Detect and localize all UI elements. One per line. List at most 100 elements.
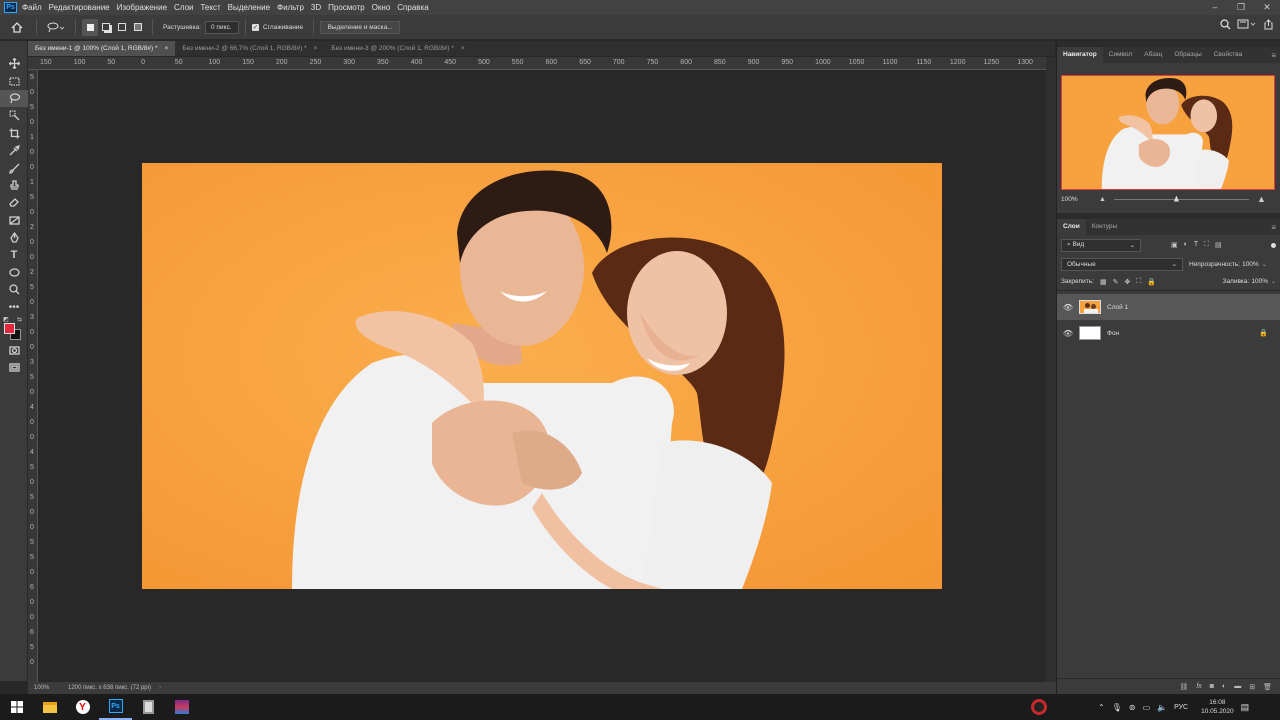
- workspace-icon[interactable]: [1237, 19, 1257, 32]
- navigator-view-box[interactable]: [1061, 75, 1275, 190]
- filter-smart-icon[interactable]: ▤: [1215, 241, 1222, 249]
- close-icon[interactable]: ✕: [1254, 0, 1280, 15]
- new-group-icon[interactable]: ▬: [1234, 683, 1241, 690]
- notifications-icon[interactable]: ▤: [1241, 702, 1250, 713]
- slider-thumb[interactable]: [1173, 195, 1179, 202]
- clock[interactable]: 16:08 10.05.2020: [1201, 698, 1234, 716]
- calculator-icon[interactable]: [132, 694, 165, 720]
- language-indicator[interactable]: РУС: [1174, 704, 1188, 711]
- new-selection-icon[interactable]: [82, 18, 98, 36]
- lasso-tool-icon[interactable]: [0, 89, 28, 108]
- menu-select[interactable]: Выделение: [228, 3, 270, 12]
- new-layer-icon[interactable]: ⊞: [1249, 683, 1255, 691]
- more-tools-icon[interactable]: •••: [0, 298, 28, 315]
- lock-pixels-icon[interactable]: ▦: [1100, 278, 1107, 286]
- tab-close-icon[interactable]: ×: [461, 41, 465, 56]
- menu-edit[interactable]: Редактирование: [49, 3, 110, 12]
- intersect-selection-icon[interactable]: [130, 19, 146, 36]
- opacity-value[interactable]: 100%: [1242, 261, 1259, 268]
- zoom-tool-icon[interactable]: [0, 281, 28, 298]
- windows-start-icon[interactable]: [0, 694, 33, 720]
- tray-expand-icon[interactable]: ⌃: [1098, 703, 1105, 712]
- type-tool-icon[interactable]: T: [0, 246, 28, 263]
- menu-file[interactable]: Файл: [22, 3, 42, 12]
- zoom-in-icon[interactable]: ▲: [1257, 194, 1266, 204]
- menu-3d[interactable]: 3D: [311, 3, 321, 12]
- tab-close-icon[interactable]: ×: [165, 41, 169, 56]
- tab-document-2[interactable]: Без имени-2 @ 66,7% (Слой 1, RGB/8#) * ×: [175, 41, 324, 56]
- menu-filter[interactable]: Фильтр: [277, 3, 304, 12]
- subtract-selection-icon[interactable]: [114, 19, 130, 36]
- filter-type-icon[interactable]: T: [1194, 241, 1198, 249]
- minimize-icon[interactable]: –: [1202, 0, 1228, 15]
- status-arrow-icon[interactable]: ›: [159, 685, 161, 691]
- stamp-tool-icon[interactable]: [0, 177, 28, 194]
- pen-tool-icon[interactable]: [0, 229, 28, 246]
- tab-swatches[interactable]: Образцы: [1168, 47, 1207, 63]
- visibility-eye-icon[interactable]: 👁: [1057, 303, 1079, 312]
- crop-tool-icon[interactable]: [0, 125, 28, 142]
- fx-icon[interactable]: fx: [1196, 683, 1201, 690]
- tab-character[interactable]: Символ: [1103, 47, 1138, 63]
- record-indicator-icon[interactable]: [1031, 699, 1047, 715]
- tab-paragraph[interactable]: Абзац: [1138, 47, 1168, 63]
- add-selection-icon[interactable]: [98, 19, 114, 36]
- move-tool-icon[interactable]: [0, 55, 28, 72]
- network-icon[interactable]: ⊚: [1129, 703, 1136, 712]
- document-info[interactable]: 1200 пикс. x 638 пикс. (72 ppi): [68, 685, 151, 691]
- tab-properties[interactable]: Свойства: [1208, 47, 1249, 63]
- volume-icon[interactable]: 🔈: [1157, 703, 1167, 712]
- gradient-tool-icon[interactable]: [0, 212, 28, 229]
- blend-mode-dropdown[interactable]: Обычные ⌄: [1061, 257, 1183, 271]
- filter-toggle[interactable]: [1271, 242, 1276, 248]
- photoshop-taskbar-icon[interactable]: Ps: [99, 694, 132, 720]
- tab-document-3[interactable]: Без имени-3 @ 200% (Слой 1, RGB/8#) * ×: [324, 41, 471, 56]
- tab-paths[interactable]: Контуры: [1086, 219, 1124, 235]
- foreground-color-swatch[interactable]: [4, 322, 15, 334]
- layer-row-background[interactable]: 👁 Фон 🔒: [1057, 320, 1280, 346]
- archiver-icon[interactable]: [165, 694, 198, 720]
- maximize-icon[interactable]: ❐: [1228, 0, 1254, 15]
- shape-tool-icon[interactable]: [0, 264, 28, 281]
- add-mask-icon[interactable]: ◙: [1210, 683, 1214, 690]
- lock-position-icon[interactable]: ✥: [1124, 278, 1130, 286]
- eraser-tool-icon[interactable]: [0, 194, 28, 211]
- vertical-scrollbar[interactable]: [1046, 57, 1056, 682]
- share-icon[interactable]: [1263, 19, 1274, 32]
- menu-image[interactable]: Изображение: [117, 3, 167, 12]
- tab-navigator[interactable]: Навигатор: [1057, 47, 1103, 63]
- visibility-eye-icon[interactable]: 👁: [1057, 329, 1079, 338]
- tab-document-1[interactable]: Без имени-1 @ 100% (Слой 1, RGB/8#) * ×: [28, 41, 176, 56]
- layer-name[interactable]: Фон: [1107, 330, 1119, 337]
- adjustment-layer-icon[interactable]: ◐: [1222, 683, 1226, 690]
- quick-selection-tool-icon[interactable]: [0, 107, 28, 124]
- select-mask-button[interactable]: Выделение и маска...: [320, 20, 401, 34]
- search-icon[interactable]: [1220, 19, 1231, 32]
- zoom-out-icon[interactable]: ▲: [1099, 196, 1106, 203]
- layer-filter-dropdown[interactable]: ⌕ Вид ⌄: [1061, 238, 1141, 252]
- navigator-zoom-slider[interactable]: [1113, 195, 1249, 202]
- menu-view[interactable]: Просмотр: [328, 3, 365, 12]
- tablet-icon[interactable]: ▭: [1143, 703, 1151, 712]
- photoshop-logo-icon[interactable]: Ps: [4, 2, 17, 13]
- antialias-checkbox[interactable]: ✓: [251, 23, 259, 31]
- navigator-zoom-value[interactable]: 100%: [1061, 196, 1099, 203]
- lock-image-icon[interactable]: ✎: [1113, 278, 1119, 286]
- menu-help[interactable]: Справка: [397, 3, 428, 12]
- lasso-tool-preset-icon[interactable]: [43, 19, 69, 36]
- panel-menu-icon[interactable]: ≡: [1271, 51, 1276, 60]
- lock-artboard-icon[interactable]: ⛶: [1136, 278, 1141, 286]
- brush-tool-icon[interactable]: [0, 159, 28, 176]
- filter-shape-icon[interactable]: ⛶: [1204, 241, 1209, 249]
- filter-pixel-icon[interactable]: ▣: [1171, 241, 1178, 249]
- menu-layers[interactable]: Слои: [174, 3, 193, 12]
- layer-name[interactable]: Слой 1: [1107, 304, 1128, 311]
- lock-all-icon[interactable]: 🔒: [1147, 278, 1156, 286]
- microphone-icon[interactable]: 🎙: [1112, 703, 1122, 712]
- file-explorer-icon[interactable]: [33, 694, 66, 720]
- fill-value[interactable]: 100%: [1251, 278, 1268, 285]
- eyedropper-tool-icon[interactable]: [0, 142, 28, 159]
- filter-adjustment-icon[interactable]: ◐: [1184, 241, 1188, 249]
- default-colors-icon[interactable]: ◩: [3, 316, 9, 323]
- tab-layers[interactable]: Слои: [1057, 219, 1086, 235]
